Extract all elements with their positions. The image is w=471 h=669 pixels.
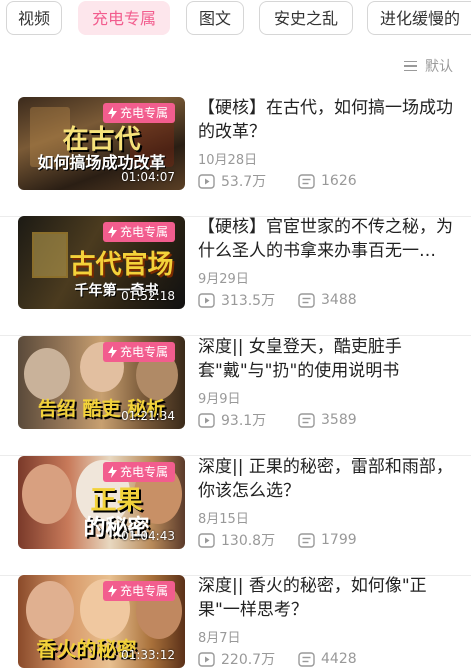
video-thumbnail[interactable]: 充电专属 正果 的秘密 01:04:43 (18, 456, 185, 549)
charge-badge: 充电专属 (102, 462, 175, 482)
video-stats: 220.7万 4428 (198, 649, 458, 669)
lightning-icon (107, 585, 117, 597)
tab-charge-exclusive[interactable]: 充电专属 (78, 1, 170, 35)
list-item[interactable]: 充电专属 古代官场 千年第一奇书 01:52:18 【硬核】官宦世家的不传之秘，… (0, 216, 471, 336)
comment-count: 4428 (298, 649, 357, 669)
video-thumbnail[interactable]: 充电专属 香火的秘密 01:33:12 (18, 575, 185, 668)
video-title[interactable]: 【硬核】在古代，如何搞一场成功的改革？ (198, 96, 456, 144)
play-count-icon (198, 173, 215, 189)
comment-icon (298, 651, 315, 667)
video-duration: 01:33:12 (121, 648, 175, 662)
view-count: 130.8万 (198, 530, 275, 550)
video-duration: 01:04:43 (121, 529, 175, 543)
list-item[interactable]: 充电专属 在古代 如何搞场成功改革 01:04:07 【硬核】在古代，如何搞一场… (0, 97, 471, 217)
lightning-icon (107, 346, 117, 358)
comment-icon (298, 532, 315, 548)
comment-count: 1626 (298, 171, 357, 191)
video-duration: 01:21:34 (121, 409, 175, 423)
charge-badge: 充电专属 (102, 342, 175, 362)
charge-badge: 充电专属 (102, 581, 175, 601)
video-title[interactable]: 深度|| 正果的秘密，雷部和雨部，你该怎么选？ (198, 455, 456, 503)
video-duration: 01:04:07 (121, 170, 175, 184)
comment-icon (298, 292, 315, 308)
lightning-icon (107, 226, 117, 238)
video-stats: 53.7万 1626 (198, 171, 458, 191)
sort-label: 默认 (425, 59, 453, 75)
play-count-icon (198, 532, 215, 548)
view-count: 93.1万 (198, 410, 266, 430)
lightning-icon (107, 466, 117, 478)
play-count-icon (198, 292, 215, 308)
tab-anshi-rebellion[interactable]: 安史之乱 (259, 1, 353, 35)
view-count: 53.7万 (198, 171, 266, 191)
video-stats: 313.5万 3488 (198, 290, 458, 310)
play-count-icon (198, 412, 215, 428)
publish-date: 9月29日 (198, 272, 249, 287)
comment-icon (298, 173, 315, 189)
charge-badge: 充电专属 (102, 222, 175, 242)
video-title[interactable]: 【硬核】官宦世家的不传之秘，为什么圣人的书拿来办事百无一… (198, 215, 456, 263)
publish-date: 10月28日 (198, 153, 258, 168)
play-count-icon (198, 651, 215, 667)
video-thumbnail[interactable]: 充电专属 古代官场 千年第一奇书 01:52:18 (18, 216, 185, 309)
view-count: 220.7万 (198, 649, 275, 669)
view-count: 313.5万 (198, 290, 275, 310)
tab-image-text[interactable]: 图文 (186, 1, 244, 35)
lightning-icon (107, 107, 117, 119)
comment-count: 3589 (298, 410, 357, 430)
comment-count: 3488 (298, 290, 357, 310)
comment-count: 1799 (298, 530, 357, 550)
thumbnail-caption: 古代官场 (69, 250, 174, 280)
video-thumbnail[interactable]: 充电专属 告绍 酷吏 秘析 01:21:34 (18, 336, 185, 429)
sort-selector[interactable]: 默认 (404, 56, 453, 76)
comment-icon (298, 412, 315, 428)
video-thumbnail[interactable]: 充电专属 在古代 如何搞场成功改革 01:04:07 (18, 97, 185, 190)
video-title[interactable]: 深度|| 女皇登天，酷吏脏手套"戴"与"扔"的使用说明书 (198, 335, 456, 383)
publish-date: 8月7日 (198, 631, 241, 646)
tab-slow-evolution[interactable]: 进化缓慢的 (367, 1, 471, 35)
list-item[interactable]: 充电专属 香火的秘密 01:33:12 深度|| 香火的秘密，如何像"正果"一样… (0, 574, 471, 669)
publish-date: 8月15日 (198, 512, 249, 527)
video-stats: 130.8万 1799 (198, 530, 458, 550)
publish-date: 9月9日 (198, 392, 241, 407)
video-stats: 93.1万 3589 (198, 410, 458, 430)
tab-videos[interactable]: 视频 (6, 1, 62, 35)
video-title[interactable]: 深度|| 香火的秘密，如何像"正果"一样思考？ (198, 574, 456, 622)
list-item[interactable]: 充电专属 告绍 酷吏 秘析 01:21:34 深度|| 女皇登天，酷吏脏手套"戴… (0, 336, 471, 456)
list-item[interactable]: 充电专属 正果 的秘密 01:04:43 深度|| 正果的秘密，雷部和雨部，你该… (0, 456, 471, 576)
video-duration: 01:52:18 (121, 289, 175, 303)
category-tabs: 视频 充电专属 图文 安史之乱 进化缓慢的 (0, 0, 471, 44)
list-sort-icon (404, 60, 417, 72)
